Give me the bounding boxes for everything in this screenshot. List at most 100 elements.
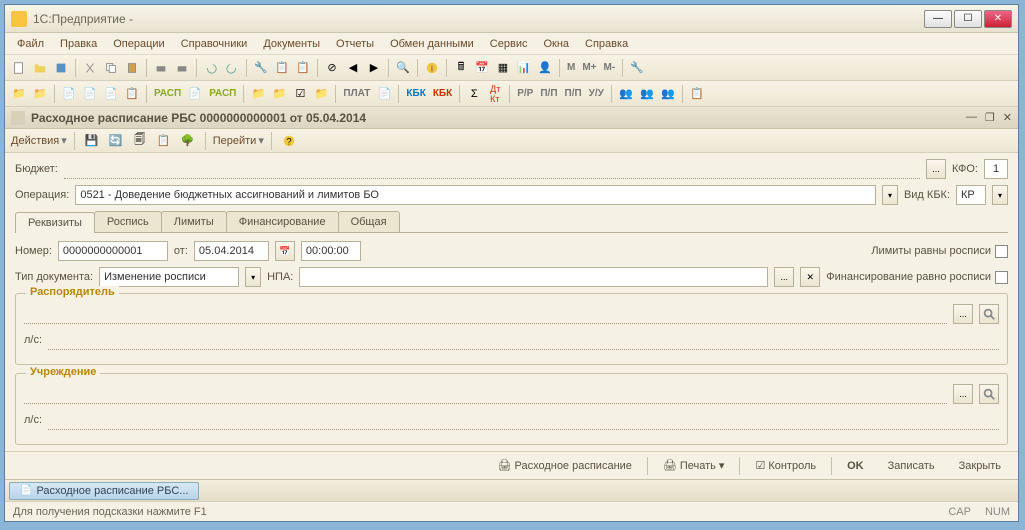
tool-icon[interactable]: 🔧 [251,58,271,78]
tool2-icon[interactable]: 📋 [272,58,292,78]
npa-browse-button[interactable]: ... [774,267,794,287]
save-icon[interactable] [51,58,71,78]
print-icon[interactable] [151,58,171,78]
npa-clear-button[interactable]: ✕ [800,267,820,287]
doc-minimize-icon[interactable]: — [966,111,977,124]
tab-obshaya[interactable]: Общая [338,211,400,232]
calc-icon[interactable]: 🖩 [451,58,471,78]
goto-menu[interactable]: Перейти▾ [213,134,264,147]
tab-rospis[interactable]: Роспись [94,211,162,232]
calendar-button[interactable]: 📅 [275,241,295,261]
users1-icon[interactable]: 👥 [616,84,636,104]
minimize-button[interactable]: — [924,10,952,28]
menu-exchange[interactable]: Обмен данными [382,35,482,53]
tb2-4-icon[interactable]: 📄 [80,84,100,104]
users3-icon[interactable]: 👥 [658,84,678,104]
rasporyaditel-input[interactable] [24,304,947,324]
tb2-5-icon[interactable]: 📄 [101,84,121,104]
ab-post-icon[interactable]: 📋 [154,131,174,151]
task-item[interactable]: 📄 Расходное расписание РБС... [9,482,199,500]
tb2-7-icon[interactable]: 📄 [185,84,205,104]
menu-service[interactable]: Сервис [482,35,536,53]
grid-icon[interactable]: ▦ [493,58,513,78]
m-minus-button[interactable]: M- [601,58,619,78]
open-icon[interactable] [30,58,50,78]
tb2-2-icon[interactable]: 📁 [30,84,50,104]
date-input[interactable] [194,241,269,261]
kbk1-button[interactable]: КБК [403,84,428,104]
tool3-icon[interactable]: 📋 [293,58,313,78]
vidkbk-dropdown-button[interactable]: ▾ [992,185,1008,205]
plat-button[interactable]: ПЛАТ [340,84,373,104]
stop-icon[interactable]: ⊘ [322,58,342,78]
kfo-input[interactable] [984,159,1008,179]
undo-icon[interactable] [201,58,221,78]
print-button[interactable]: 🖨 Печать ▾ [654,455,734,476]
menu-help[interactable]: Справка [577,35,636,53]
rasp1-button[interactable]: РАСП [151,84,184,104]
vidkbk-input[interactable] [956,185,986,205]
fin-equal-checkbox[interactable] [995,271,1008,284]
rasporyaditel-browse-button[interactable]: ... [953,304,973,324]
menu-references[interactable]: Справочники [173,35,256,53]
calendar-icon[interactable]: 📅 [472,58,492,78]
menu-edit[interactable]: Правка [52,35,105,53]
number-input[interactable] [58,241,168,261]
m-plus-button[interactable]: M+ [579,58,599,78]
menu-windows[interactable]: Окна [535,35,577,53]
cut-icon[interactable] [80,58,100,78]
rashod-button[interactable]: 🖨 Расходное расписание [489,455,641,476]
menu-operations[interactable]: Операции [105,35,172,53]
ab-help-icon[interactable]: ? [279,131,299,151]
tb2-12-icon[interactable]: 📄 [374,84,394,104]
m-button[interactable]: M [564,58,578,78]
tb2-3-icon[interactable]: 📄 [59,84,79,104]
pp2-button[interactable]: П/П [537,84,560,104]
tab-limity[interactable]: Лимиты [161,211,227,232]
tab-finansirovanie[interactable]: Финансирование [226,211,339,232]
new-icon[interactable] [9,58,29,78]
menu-documents[interactable]: Документы [255,35,328,53]
print-preview-icon[interactable] [172,58,192,78]
redo-icon[interactable] [222,58,242,78]
doctype-input[interactable] [99,267,239,287]
control-button[interactable]: ☑ Контроль [746,455,825,476]
info-icon[interactable]: i [422,58,442,78]
ab-save-icon[interactable]: 💾 [82,131,102,151]
operation-input[interactable] [75,185,876,205]
menu-reports[interactable]: Отчеты [328,35,382,53]
npa-input[interactable] [299,267,768,287]
rasporyaditel-search-button[interactable] [979,304,999,324]
tb2-10-icon[interactable]: ☑ [290,84,310,104]
tb2-8-icon[interactable]: 📁 [248,84,268,104]
close-doc-button[interactable]: Закрыть [950,456,1010,476]
doctype-dropdown-button[interactable]: ▾ [245,267,261,287]
operation-dropdown-button[interactable]: ▾ [882,185,898,205]
ab-copy-icon[interactable]: 🗐 [130,131,150,151]
kbk2-button[interactable]: КБК [430,84,455,104]
uchrezhdenie-input[interactable] [24,384,947,404]
close-button[interactable]: ✕ [984,10,1012,28]
tab-rekvizity[interactable]: Реквизиты [15,212,95,233]
pp1-button[interactable]: P/P [514,84,536,104]
yy-button[interactable]: У/У [586,84,607,104]
user-icon[interactable]: 👤 [535,58,555,78]
pp3-button[interactable]: П/П [562,84,585,104]
tb2-1-icon[interactable]: 📁 [9,84,29,104]
limits-equal-checkbox[interactable] [995,245,1008,258]
time-input[interactable] [301,241,361,261]
tb2-6-icon[interactable]: 📋 [122,84,142,104]
menu-file[interactable]: Файл [9,35,52,53]
maximize-button[interactable]: ☐ [954,10,982,28]
dk-icon[interactable]: ДтКт [485,84,505,104]
doc-close-icon[interactable]: ✕ [1003,111,1012,124]
search-icon[interactable]: 🔍 [393,58,413,78]
ab-tree-icon[interactable]: 🌳 [178,131,198,151]
ok-button[interactable]: OK [838,456,873,476]
sigma-icon[interactable]: Σ [464,84,484,104]
settings-icon[interactable]: 🔧 [627,58,647,78]
back-icon[interactable]: ◀ [343,58,363,78]
doc-maximize-icon[interactable]: ❐ [985,111,995,124]
tool4-icon[interactable]: 📊 [514,58,534,78]
rasp2-button[interactable]: РАСП [206,84,239,104]
